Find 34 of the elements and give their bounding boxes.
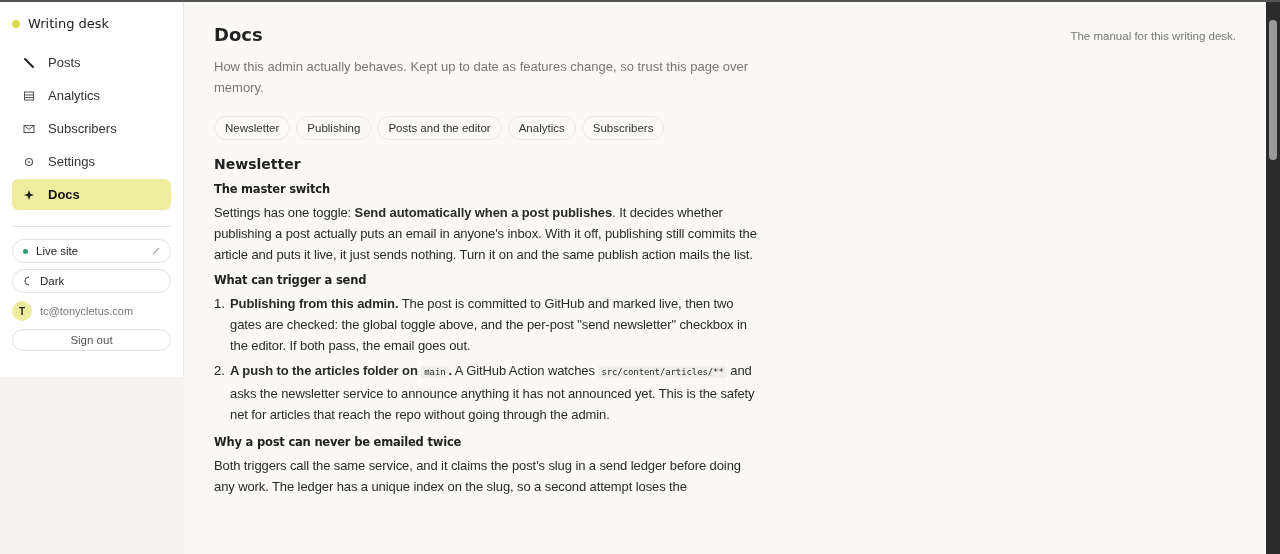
page-title: Docs [214,24,264,45]
list-item-text: A push to the articles folder on main . A GitHub Action watches src/content/articles/** and asks the newsletter service to announce anything it has not announced yet. This is the safety net for articles that reach the repo without going through the admin. [230,362,756,424]
section-chip[interactable]: Newsletter [214,116,291,140]
brand-name: Writing desk [28,16,110,31]
nav-item[interactable]: Docs [12,179,171,210]
nav-item[interactable]: Posts [12,47,171,78]
list-number: 2. [214,362,226,380]
list-icon [22,88,36,103]
nav-item[interactable]: Analytics [12,80,171,111]
nav-item[interactable]: Settings [12,146,171,177]
section-chip[interactable]: Publishing [296,116,372,140]
moon-icon [23,276,32,286]
paragraph: Both triggers call the same service, and it claims the post's slug in a send ledger before doing any work. The ledger has a unique index on the slug, so a second attempt loses the [214,457,742,496]
sign-out-button[interactable]: Sign out [12,329,171,351]
page-intro: How this admin actually behaves. Kept up to date as features change, so trust this page over memory. [214,58,750,97]
pencil-icon [152,247,160,255]
subsection-heading: What can trigger a send [214,273,368,287]
section-chip[interactable]: Analytics [507,116,576,140]
user-email: tc@tonycletus.com [40,305,134,317]
list-number: 1. [214,295,226,313]
scrollbar[interactable] [1266,2,1280,554]
nav-item[interactable]: Subscribers [12,113,171,144]
avatar: T [12,301,32,321]
brand-dot-icon [12,19,20,28]
section-chip[interactable]: Subscribers [581,116,665,140]
subsection-heading: The master switch [214,182,331,196]
list-item-text: Publishing from this admin. The post is committed to GitHub and marked live, then two gates are checked: the global toggle above, and the per-post "send newsletter" checkbox in the editor. If both pass, the email goes out. [230,295,748,355]
status-dot-icon [23,248,28,254]
subsection-heading: Why a post can never be emailed twice [214,435,463,449]
page-tagline: The manual for this writing desk. [1070,29,1236,44]
section-heading: Newsletter [214,156,302,172]
section-chip[interactable]: Posts and the editor [377,116,502,140]
pen-icon [22,55,36,70]
paragraph: Settings has one toggle: Send automatically when a post publishes. It decides whether publishing a post actually puts an email in anyone's inbox. With it off, publishing still commits the article and puts it live, it just sends nothing. Turn it on and the same publish action mails the list. [214,204,758,264]
